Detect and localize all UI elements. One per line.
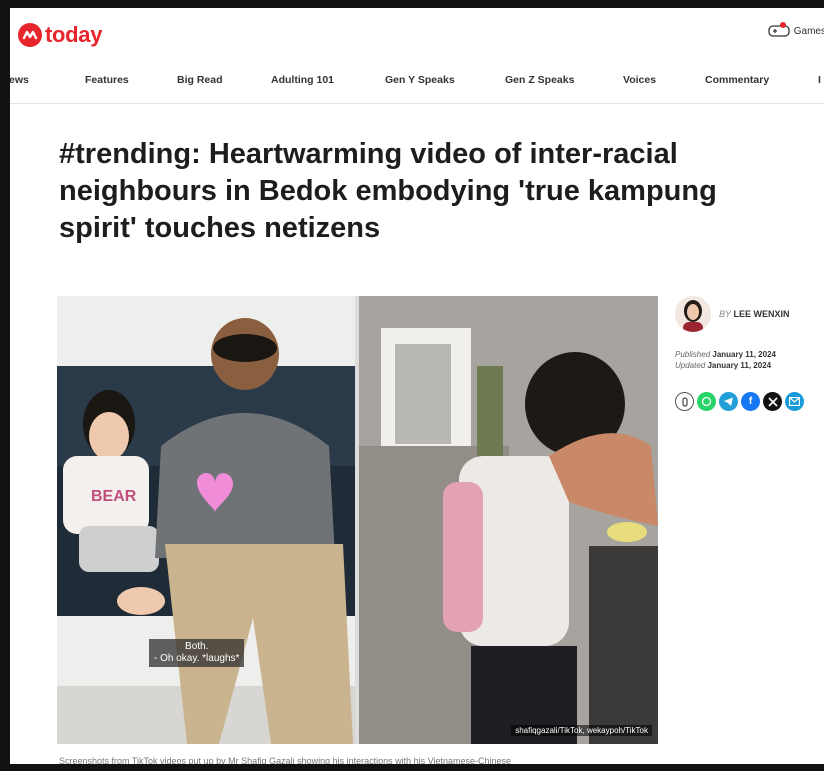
- nav-item-commentary[interactable]: Commentary: [705, 74, 769, 86]
- nav-item-gen-z-speaks[interactable]: Gen Z Speaks: [505, 74, 574, 86]
- facebook-icon[interactable]: f: [741, 392, 760, 411]
- nav-item-gen-y-speaks[interactable]: Gen Y Speaks: [385, 74, 455, 86]
- published-date: Published January 11, 2024: [675, 349, 776, 360]
- games-link[interactable]: Games: [768, 22, 824, 41]
- svg-text:BEAR: BEAR: [91, 488, 137, 505]
- hero-image[interactable]: BEAR Both. - Oh okay. *laughs* shafiqgaz…: [57, 296, 658, 744]
- tiktok-screenshot-right: shafiqgazali/TikTok, wekaypoh/TikTok: [359, 296, 658, 744]
- updated-value: January 11, 2024: [707, 361, 772, 370]
- nav-item-features[interactable]: Features: [85, 74, 129, 86]
- video-subtitle-line-1: Both.: [185, 641, 209, 652]
- games-label: Games: [793, 26, 824, 37]
- frame-border-left: [0, 0, 10, 771]
- video-subtitle: Both. - Oh okay. *laughs*: [149, 639, 245, 667]
- updated-date: Updated January 11, 2024: [675, 360, 776, 371]
- tiktok-screenshot-left: BEAR Both. - Oh okay. *laughs*: [57, 296, 355, 744]
- telegram-icon[interactable]: [719, 392, 738, 411]
- video-subtitle-line-2: - Oh okay. *laughs*: [154, 653, 240, 664]
- nav-item-voices[interactable]: Voices: [623, 74, 656, 86]
- x-icon[interactable]: [763, 392, 782, 411]
- main-nav: ews Features Big Read Adulting 101 Gen Y…: [10, 72, 824, 92]
- author-avatar[interactable]: [675, 296, 711, 332]
- gamepad-icon: [768, 22, 790, 41]
- article-title: #trending: Heartwarming video of inter-r…: [59, 138, 717, 244]
- published-value: January 11, 2024: [712, 350, 776, 359]
- author-name[interactable]: LEE WENXIN: [734, 309, 790, 319]
- published-label: Published: [675, 350, 711, 359]
- article-page: today Games ews Features Big Read Adulti…: [10, 8, 824, 764]
- author-byline-prefix: BY: [719, 309, 732, 319]
- image-caption: Screenshots from TikTok videos put up by…: [59, 756, 512, 764]
- nav-item-news[interactable]: ews: [10, 74, 29, 86]
- screenshot-frame: today Games ews Features Big Read Adulti…: [0, 0, 824, 771]
- link-icon[interactable]: [675, 392, 694, 411]
- frame-border-bottom: [0, 764, 824, 771]
- updated-label: Updated: [675, 361, 706, 370]
- article-dates: Published January 11, 2024 Updated Janua…: [675, 349, 776, 371]
- author-byline[interactable]: BY LEE WENXIN: [719, 309, 790, 319]
- nav-item-adulting-101[interactable]: Adulting 101: [271, 74, 334, 86]
- email-icon[interactable]: [785, 392, 804, 411]
- nav-item-overflow[interactable]: I: [818, 74, 821, 86]
- site-logo[interactable]: today: [18, 22, 102, 48]
- nav-item-big-read[interactable]: Big Read: [177, 74, 223, 86]
- frame-border-top: [0, 0, 824, 8]
- site-header: today Games ews Features Big Read Adulti…: [10, 8, 824, 104]
- logo-text: today: [45, 22, 103, 47]
- whatsapp-icon[interactable]: [697, 392, 716, 411]
- share-bar: f: [675, 392, 807, 411]
- logo-mark-icon: [18, 23, 42, 47]
- image-credit: shafiqgazali/TikTok, wekaypoh/TikTok: [511, 725, 652, 736]
